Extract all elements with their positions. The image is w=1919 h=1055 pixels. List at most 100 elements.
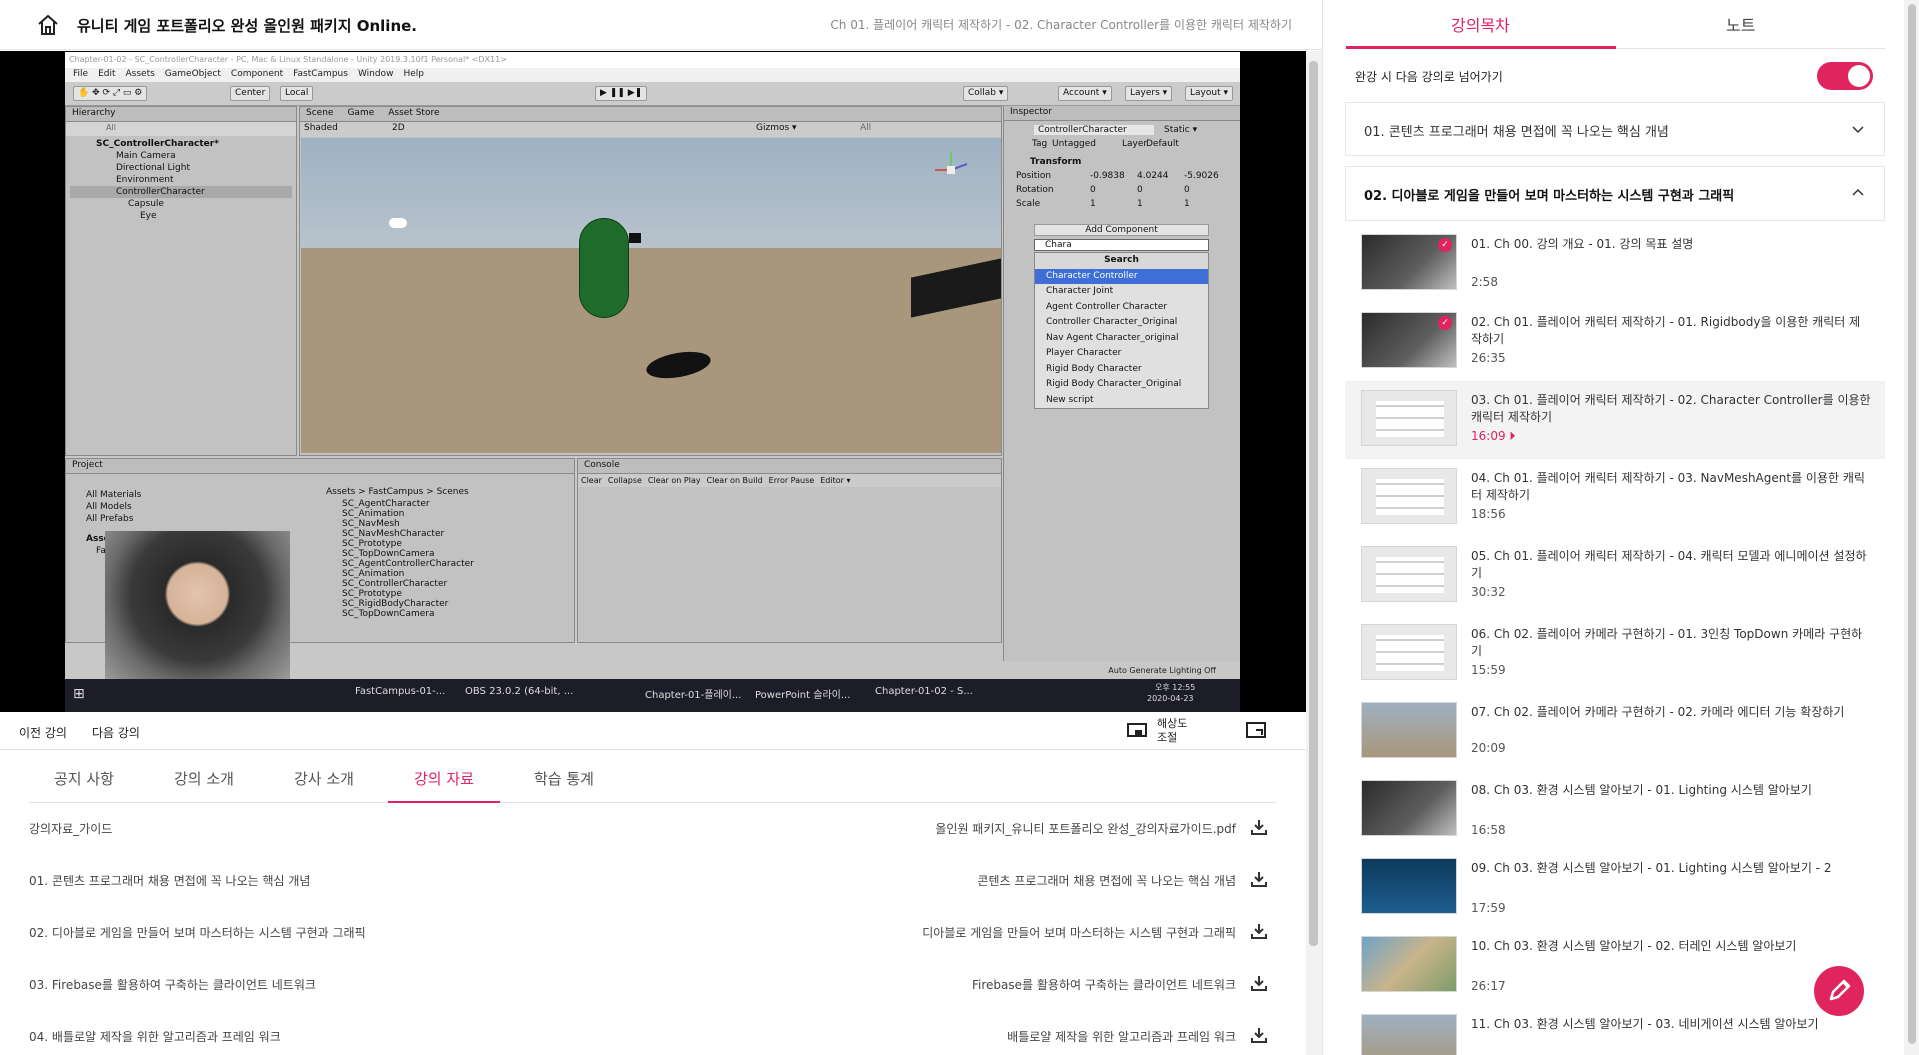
console-editor-dropdown: Editor ▾ — [820, 476, 851, 485]
pos-z: -5.9026 — [1184, 171, 1219, 181]
scene-tab: Scene — [306, 108, 334, 118]
tag-value: Untagged — [1052, 139, 1097, 149]
lecture-item[interactable]: 07. Ch 02. 플레이어 카메라 구현하기 - 02. 카메라 에디터 기… — [1345, 693, 1885, 771]
material-row: 01. 콘텐츠 프로그래머 채용 면접에 꼭 나오는 핵심 개념 콘텐츠 프로그… — [29, 855, 1276, 907]
scale-label: Scale — [1016, 199, 1041, 209]
lecture-item[interactable]: ✓ 01. Ch 00. 강의 개요 - 01. 강의 목표 설명 2:58 — [1345, 225, 1885, 303]
project-tab: Project — [66, 459, 574, 474]
unity-menu-edit: Edit — [98, 69, 116, 79]
download-icon[interactable] — [1250, 818, 1268, 836]
add-component-button: Add Component — [1034, 224, 1209, 236]
download-icon[interactable] — [1250, 922, 1268, 940]
file-item: SC_NavMesh — [342, 519, 400, 529]
search-result-item: Rigid Body Character_Original — [1046, 379, 1182, 389]
tab-instructor-intro[interactable]: 강사 소개 — [294, 768, 354, 801]
console-clear-button: Clear — [581, 476, 602, 485]
tab-notice[interactable]: 공지 사항 — [54, 768, 114, 801]
lecture-item[interactable]: 04. Ch 01. 플레이어 캐릭터 제작하기 - 03. NavMeshAg… — [1345, 459, 1885, 537]
material-file-link[interactable]: 올인원 패키지_유니티 포트폴리오 완성_강의자료가이드.pdf — [935, 820, 1236, 837]
file-item: SC_ControllerCharacter — [342, 579, 448, 589]
lecture-duration: 30:32 — [1471, 585, 1506, 599]
taskbar-app: OBS 23.0.2 (64-bit, ... — [465, 686, 574, 697]
console-panel: Console Clear Collapse Clear on Play Cle… — [577, 458, 1002, 643]
next-lecture-button[interactable]: 다음 강의 — [92, 724, 140, 741]
lecture-thumbnail — [1361, 624, 1457, 680]
layer-label: Layer — [1122, 139, 1148, 149]
material-file-link[interactable]: 배틀로얄 제작을 위한 알고리즘과 프레임 워크 — [1007, 1028, 1236, 1045]
tab-curriculum[interactable]: 강의목차 — [1451, 12, 1510, 36]
lecture-title: 05. Ch 01. 플레이어 캐릭터 제작하기 - 04. 캐릭터 모델과 에… — [1471, 549, 1867, 580]
expand-player-icon[interactable] — [1246, 722, 1266, 740]
scene-floor — [301, 248, 1001, 453]
layer-value: Default — [1146, 139, 1179, 149]
tab-course-intro[interactable]: 강의 소개 — [174, 768, 234, 801]
video-player[interactable]: Chapter-01-02 - SC_ControllerCharacter -… — [0, 51, 1306, 712]
lecture-thumbnail: ✓ — [1361, 234, 1457, 290]
page-scrollbar-thumb[interactable] — [1309, 61, 1318, 946]
tab-notes[interactable]: 노트 — [1726, 12, 1755, 36]
page-scrollbar[interactable] — [1306, 51, 1322, 1055]
lecture-thumbnail — [1361, 1014, 1457, 1055]
search-result-item: New script — [1046, 394, 1094, 405]
autoplay-toggle[interactable] — [1817, 62, 1873, 90]
lecture-item[interactable]: 10. Ch 03. 환경 시스템 알아보기 - 02. 터레인 시스템 알아보… — [1345, 927, 1885, 1005]
lecture-item[interactable]: 09. Ch 03. 환경 시스템 알아보기 - 01. Lighting 시스… — [1345, 849, 1885, 927]
lecture-item[interactable]: 08. Ch 03. 환경 시스템 알아보기 - 01. Lighting 시스… — [1345, 771, 1885, 849]
prev-lecture-button[interactable]: 이전 강의 — [19, 724, 67, 741]
rot-x: 0 — [1090, 185, 1096, 195]
lecture-item[interactable]: 11. Ch 03. 환경 시스템 알아보기 - 03. 네비게이션 시스템 알… — [1345, 1005, 1885, 1055]
lecture-item[interactable]: ✓ 02. Ch 01. 플레이어 캐릭터 제작하기 - 01. Rigidbo… — [1345, 303, 1885, 381]
sidebar-scrollbar[interactable] — [1904, 0, 1919, 1055]
chevron-down-icon — [1852, 126, 1864, 134]
console-error-pause-button: Error Pause — [768, 476, 815, 485]
pivot-center-button: Center — [230, 86, 271, 101]
taskbar-app: FastCampus-01-... — [355, 686, 446, 697]
search-result-item: Character Controller — [1035, 268, 1208, 284]
lecture-item[interactable]: 06. Ch 02. 플레이어 카메라 구현하기 - 01. 3인칭 TopDo… — [1345, 615, 1885, 693]
lecture-duration-value: 16:09 — [1471, 429, 1506, 443]
scene-gizmo-icon — [931, 150, 971, 190]
console-clear-on-build-button: Clear on Build — [706, 476, 763, 485]
course-tabs: 공지 사항 강의 소개 강사 소개 강의 자료 학습 통계 — [29, 754, 1276, 803]
home-icon[interactable] — [36, 13, 60, 37]
resolution-icon — [1127, 723, 1147, 737]
note-edit-button[interactable] — [1814, 966, 1864, 1016]
material-file-link[interactable]: 디아블로 게임을 만들어 보며 마스터하는 시스템 구현과 그래픽 — [922, 924, 1236, 941]
material-title: 02. 디아블로 게임을 만들어 보며 마스터하는 시스템 구현과 그래픽 — [29, 926, 366, 940]
section-header[interactable]: 02. 디아블로 게임을 만들어 보며 마스터하는 시스템 구현과 그래픽 — [1345, 166, 1885, 220]
tab-materials[interactable]: 강의 자료 — [388, 768, 500, 803]
lecture-title: 06. Ch 02. 플레이어 카메라 구현하기 - 01. 3인칭 TopDo… — [1471, 627, 1863, 658]
hierarchy-scene-root: SC_ControllerCharacter* — [96, 139, 219, 149]
search-result-item: Controller Character_Original — [1046, 317, 1178, 327]
material-row: 02. 디아블로 게임을 만들어 보며 마스터하는 시스템 구현과 그래픽 디아… — [29, 907, 1276, 959]
lecture-item[interactable]: 05. Ch 01. 플레이어 캐릭터 제작하기 - 04. 캐릭터 모델과 에… — [1345, 537, 1885, 615]
player-nav-row: 이전 강의 다음 강의 해상도 조절 — [0, 712, 1306, 750]
hierarchy-item: Eye — [140, 211, 157, 221]
character-eye — [629, 233, 641, 243]
scale-y: 1 — [1137, 199, 1143, 209]
download-icon[interactable] — [1250, 1026, 1268, 1044]
section-header[interactable]: 01. 콘텐츠 프로그래머 채용 면접에 꼭 나오는 핵심 개념 — [1345, 102, 1885, 156]
lecture-title: 02. Ch 01. 플레이어 캐릭터 제작하기 - 01. Rigidbody… — [1471, 315, 1861, 346]
unity-menu-file: File — [73, 69, 89, 79]
project-favorites: All Materials All Models All Prefabs — [86, 489, 141, 525]
layout-button: Layout ▾ — [1185, 86, 1233, 101]
layers-button: Layers ▾ — [1125, 86, 1173, 101]
file-item: SC_TopDownCamera — [342, 549, 435, 559]
top-bar: 유니티 게임 포트폴리오 완성 올인원 패키지 Online. Ch 01. 플… — [0, 0, 1322, 50]
lecture-item-current[interactable]: 03. Ch 01. 플레이어 캐릭터 제작하기 - 02. Character… — [1345, 381, 1885, 459]
section-title: 02. 디아블로 게임을 만들어 보며 마스터하는 시스템 구현과 그래픽 — [1364, 189, 1735, 204]
material-file-link[interactable]: 콘텐츠 프로그래머 채용 면접에 꼭 나오는 핵심 개념 — [977, 872, 1236, 889]
autoplay-label: 완강 시 다음 강의로 넘어가기 — [1355, 70, 1503, 84]
game-tab: Game — [347, 108, 375, 118]
download-icon[interactable] — [1250, 870, 1268, 888]
material-title: 01. 콘텐츠 프로그래머 채용 면접에 꼭 나오는 핵심 개념 — [29, 874, 311, 888]
material-file-link[interactable]: Firebase를 활용하여 구축하는 클라이언트 네트워크 — [972, 976, 1236, 993]
tab-stats[interactable]: 학습 통계 — [534, 768, 594, 801]
favorite-item: All Models — [86, 502, 132, 512]
download-icon[interactable] — [1250, 974, 1268, 992]
sidebar-scrollbar-thumb[interactable] — [1908, 4, 1916, 1044]
unity-window-title: Chapter-01-02 - SC_ControllerCharacter -… — [65, 52, 1240, 68]
lecture-thumbnail — [1361, 780, 1457, 836]
unity-toolbar: ✋ ✥ ⟳ ⤢ ▭ ⚙ Center Local ▶ ❚❚ ▶❚ Collab … — [65, 82, 1240, 106]
